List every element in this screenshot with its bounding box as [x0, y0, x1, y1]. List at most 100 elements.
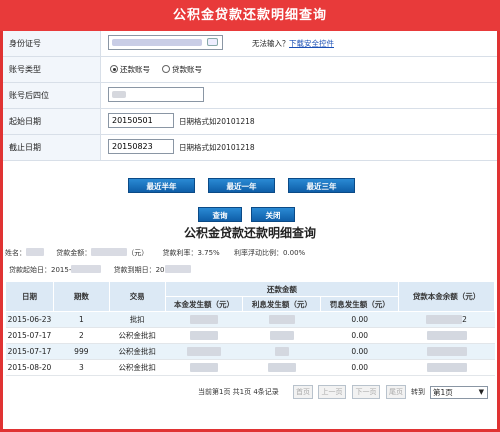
- cell-date: 2015-08-20: [5, 359, 54, 376]
- cell-principal: [165, 359, 243, 376]
- cell-period: 1: [53, 311, 110, 328]
- radio-repay-account[interactable]: 还款账号: [110, 57, 150, 82]
- download-control-link[interactable]: 下载安全控件: [289, 31, 334, 56]
- masked-value: [274, 347, 289, 357]
- next-page-button[interactable]: 下一页: [352, 385, 380, 399]
- query-button[interactable]: 查询: [198, 207, 242, 222]
- cell-period: 3: [53, 359, 110, 376]
- masked-value: [426, 347, 467, 357]
- id-input[interactable]: [108, 35, 223, 50]
- last-page-button[interactable]: 尾页: [386, 385, 406, 399]
- cell-date: 2015-07-17: [5, 343, 54, 360]
- table-row: 2015-06-23 1 批扣 0.00 2: [5, 311, 495, 328]
- masked-id: [112, 39, 202, 46]
- loan-info-line-1: 姓名： 贷款金额： （元） 贷款利率：3.75% 利率浮动比例：0.00%: [5, 248, 305, 258]
- table-row: 2015-07-17 999 公积金批扣 0.00: [5, 343, 495, 360]
- float-value: 0.00%: [282, 249, 306, 257]
- masked-value: [190, 363, 219, 373]
- cell-trade: 公积金批扣: [109, 359, 166, 376]
- no-input-hint: 无法输入？: [252, 39, 290, 48]
- cell-principal: [165, 311, 243, 328]
- recent-three-year-button[interactable]: 最近三年: [288, 178, 355, 193]
- loan-due-label: 贷款到期日：: [113, 266, 156, 274]
- chevron-down-icon: ▼: [478, 388, 484, 396]
- recent-one-year-button[interactable]: 最近一年: [208, 178, 275, 193]
- cell-principal: [165, 343, 243, 360]
- name-label: 姓名：: [5, 249, 26, 257]
- masked-value: [426, 363, 467, 373]
- radio-loan-account[interactable]: 贷款账号: [162, 57, 202, 82]
- header-period: 期数: [52, 281, 110, 312]
- loan-info-line-2: 贷款起始日：2015- 贷款到期日：20: [9, 265, 191, 275]
- end-date-label: 截止日期: [3, 135, 101, 160]
- masked-last4: [112, 91, 126, 98]
- page-select-value: 第1页: [433, 388, 453, 397]
- first-page-button[interactable]: 首页: [293, 385, 313, 399]
- radio-unselected-icon: [162, 65, 170, 73]
- start-date-hint: 日期格式如20101218: [179, 117, 255, 126]
- last4-input[interactable]: [108, 87, 204, 102]
- masked-value: [190, 315, 219, 325]
- rate-label: 贷款利率：: [162, 249, 198, 257]
- query-form: 身份证号 无法输入？ 下载安全控件 账号类型 还款账号 贷款账号 账号后四位 起…: [3, 31, 497, 161]
- cell-period: 2: [53, 327, 110, 344]
- repayment-table: 日期 期数 交易 还款金额 贷款本金余额（元） 本金发生额（元） 利息发生额（元…: [5, 281, 495, 376]
- masked-value: [426, 315, 463, 325]
- loan-start-value: 2015-: [51, 266, 72, 274]
- keyboard-icon[interactable]: [207, 38, 218, 46]
- masked-value: [268, 315, 295, 325]
- loan-start-label: 贷款起始日：: [9, 266, 51, 274]
- masked-value: [426, 331, 467, 341]
- masked-value: [269, 331, 294, 341]
- cell-period: 999: [53, 343, 110, 360]
- header-trade: 交易: [108, 281, 166, 312]
- start-date-row: 起始日期 日期格式如20101218: [3, 109, 497, 135]
- cell-date: 2015-07-17: [5, 327, 54, 344]
- cell-balance: 2: [398, 311, 495, 328]
- radio-selected-icon: [110, 65, 118, 73]
- balance-tail: 2: [462, 314, 467, 324]
- header-balance: 贷款本金余额（元）: [398, 281, 495, 312]
- recent-half-year-button[interactable]: 最近半年: [128, 178, 195, 193]
- close-button[interactable]: 关闭: [251, 207, 295, 222]
- cell-principal: [165, 327, 243, 344]
- masked-amount: [91, 248, 128, 256]
- cell-balance: [398, 343, 495, 360]
- end-date-input[interactable]: [108, 139, 174, 154]
- result-title: 公积金贷款还款明细查询: [183, 226, 316, 240]
- end-date-row: 截止日期 日期格式如20101218: [3, 135, 497, 161]
- cell-interest: [242, 311, 321, 328]
- cell-balance: [398, 327, 495, 344]
- account-type-label: 账号类型: [3, 57, 101, 82]
- amount-unit: （元）: [127, 249, 149, 257]
- header-repay-group: 还款金额: [164, 281, 400, 297]
- header-principal: 本金发生额（元）: [164, 296, 244, 312]
- header-date: 日期: [5, 281, 54, 312]
- cell-trade: 批扣: [109, 311, 166, 328]
- cell-trade: 公积金批扣: [109, 343, 166, 360]
- cell-interest: [242, 359, 321, 376]
- goto-label: 转到: [411, 388, 425, 396]
- header-interest: 利息发生额（元）: [242, 296, 322, 312]
- table-row: 2015-07-17 2 公积金批扣 0.00: [5, 327, 495, 344]
- cell-penalty: 0.00: [320, 327, 399, 344]
- masked-value: [187, 347, 222, 357]
- rate-value: 3.75%: [197, 249, 220, 257]
- start-date-input[interactable]: [108, 113, 174, 128]
- prev-page-button[interactable]: 上一页: [318, 385, 346, 399]
- header-penalty: 罚息发生额（元）: [320, 296, 400, 312]
- pager-summary: 当前第1页 共1页 4条记录: [198, 388, 279, 396]
- cell-balance: [398, 359, 495, 376]
- masked-value: [190, 331, 219, 341]
- masked-due-date: [164, 265, 191, 273]
- radio-repay-label: 还款账号: [120, 65, 150, 74]
- last4-row: 账号后四位: [3, 83, 497, 109]
- cell-penalty: 0.00: [320, 311, 399, 328]
- cell-penalty: 0.00: [320, 343, 399, 360]
- page-title: 公积金贷款还款明细查询: [0, 0, 500, 31]
- id-row: 身份证号 无法输入？ 下载安全控件: [3, 31, 497, 57]
- table-row: 2015-08-20 3 公积金批扣 0.00: [5, 359, 495, 376]
- page-select[interactable]: 第1页 ▼: [430, 386, 488, 399]
- masked-start-date: [71, 265, 102, 273]
- masked-value: [267, 363, 296, 373]
